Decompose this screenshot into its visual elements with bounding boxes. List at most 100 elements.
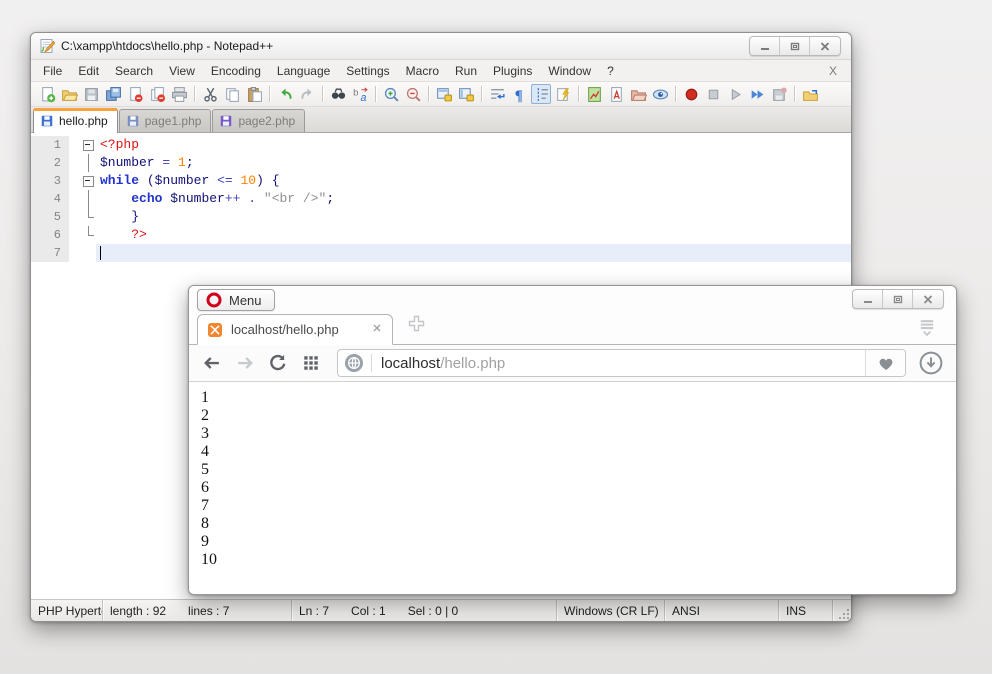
bookmark-margin[interactable] <box>69 226 82 244</box>
opera-titlebar[interactable]: Menu <box>189 286 956 313</box>
user-defined-dialog-icon[interactable] <box>553 84 573 104</box>
menu-item-search[interactable]: Search <box>107 61 161 81</box>
indent-guide-icon[interactable] <box>531 84 551 104</box>
reload-icon[interactable] <box>265 350 291 376</box>
site-globe-icon[interactable] <box>344 353 364 373</box>
save-icon[interactable] <box>81 84 101 104</box>
menu-item-file[interactable]: File <box>35 61 70 81</box>
menu-item-window[interactable]: Window <box>540 61 599 81</box>
save-all-icon[interactable] <box>103 84 123 104</box>
print-icon[interactable] <box>169 84 189 104</box>
opera-menu-button[interactable]: Menu <box>197 289 275 311</box>
menu-item-encoding[interactable]: Encoding <box>203 61 269 81</box>
macro-stop-icon[interactable] <box>703 84 723 104</box>
speed-dial-grid-icon[interactable] <box>298 350 324 376</box>
fold-margin-collapse-icon[interactable] <box>82 136 96 154</box>
copy-icon[interactable] <box>222 84 242 104</box>
cut-icon[interactable] <box>200 84 220 104</box>
code-line-7[interactable]: 7 <box>31 244 851 262</box>
menu-item-plugins[interactable]: Plugins <box>485 61 540 81</box>
bookmark-margin[interactable] <box>69 244 82 262</box>
bookmark-margin[interactable] <box>69 190 82 208</box>
code-text: echo $number++ . "<br />"; <box>96 190 851 208</box>
fold-margin-collapse-icon[interactable] <box>82 172 96 190</box>
output-line: 1 <box>201 389 956 407</box>
code-line-3[interactable]: 3while ($number <= 10) { <box>31 172 851 190</box>
tab-close-icon[interactable] <box>370 321 384 338</box>
macro-record-icon[interactable] <box>681 84 701 104</box>
code-line-2[interactable]: 2$number = 1; <box>31 154 851 172</box>
close-doc-icon[interactable] <box>125 84 145 104</box>
toolbar-separator <box>428 86 429 102</box>
replace-icon[interactable]: ba <box>350 84 370 104</box>
close-icon[interactable] <box>810 37 840 55</box>
status-section-2: Ln : 7Col : 1Sel : 0 | 0 <box>292 600 557 621</box>
doc-switcher-icon[interactable] <box>606 84 626 104</box>
document-map-icon[interactable] <box>584 84 604 104</box>
browser-page-content: 12345678910 <box>189 382 956 594</box>
monitoring-eye-icon[interactable] <box>650 84 670 104</box>
code-line-6[interactable]: 6 ?> <box>31 226 851 244</box>
code-line-5[interactable]: 5 } <box>31 208 851 226</box>
redo-icon[interactable] <box>297 84 317 104</box>
folder-as-workspace-icon[interactable] <box>628 84 648 104</box>
forward-icon[interactable] <box>232 350 258 376</box>
line-number: 3 <box>31 172 69 190</box>
zoom-in-icon[interactable] <box>381 84 401 104</box>
menu-item-language[interactable]: Language <box>269 61 338 81</box>
fold-margin <box>82 208 96 226</box>
sync-scroll-h-icon[interactable] <box>456 84 476 104</box>
bookmark-margin[interactable] <box>69 208 82 226</box>
macro-save-icon[interactable] <box>769 84 789 104</box>
bookmark-margin[interactable] <box>69 172 82 190</box>
macro-run-multiple-icon[interactable] <box>747 84 767 104</box>
code-line-1[interactable]: 1<?php <box>31 136 851 154</box>
word-wrap-icon[interactable] <box>487 84 507 104</box>
undo-icon[interactable] <box>275 84 295 104</box>
back-icon[interactable] <box>199 350 225 376</box>
editor-tab-page2-php[interactable]: page2.php <box>212 109 305 132</box>
editor-tab-hello-php[interactable]: hello.php <box>33 108 118 133</box>
window-title: C:\xampp\htdocs\hello.php - Notepad++ <box>61 39 273 53</box>
browser-tab[interactable]: localhost/hello.php <box>197 314 393 345</box>
find-icon[interactable] <box>328 84 348 104</box>
opera-logo-icon <box>206 292 222 308</box>
notepadpp-window-controls <box>749 36 841 56</box>
close-all-icon[interactable] <box>147 84 167 104</box>
restore-icon[interactable] <box>780 37 810 55</box>
tab-menu-icon[interactable] <box>916 315 938 342</box>
tab-label: hello.php <box>59 114 108 128</box>
new-tab-icon[interactable] <box>407 314 426 338</box>
bookmark-heart-icon[interactable] <box>865 350 905 376</box>
menu-item-help[interactable]: ? <box>599 61 622 81</box>
close-icon[interactable] <box>913 290 943 308</box>
notepadpp-titlebar[interactable]: C:\xampp\htdocs\hello.php - Notepad++ <box>31 33 851 60</box>
menu-item-settings[interactable]: Settings <box>338 61 397 81</box>
open-containing-folder-icon[interactable] <box>800 84 820 104</box>
output-line: 10 <box>201 551 956 569</box>
menu-item-view[interactable]: View <box>161 61 203 81</box>
zoom-out-icon[interactable] <box>403 84 423 104</box>
menu-item-edit[interactable]: Edit <box>70 61 107 81</box>
open-file-icon[interactable] <box>59 84 79 104</box>
show-all-chars-icon[interactable]: ¶ <box>509 84 529 104</box>
editor-tab-page1-php[interactable]: page1.php <box>119 109 212 132</box>
new-file-icon[interactable] <box>37 84 57 104</box>
minimize-icon[interactable] <box>853 290 883 308</box>
menubar-close-doc[interactable]: X <box>819 64 847 78</box>
toolbar-separator <box>481 86 482 102</box>
menu-item-macro[interactable]: Macro <box>398 61 447 81</box>
restore-icon[interactable] <box>883 290 913 308</box>
download-icon[interactable] <box>916 348 946 378</box>
minimize-icon[interactable] <box>750 37 780 55</box>
url-text[interactable]: localhost/hello.php <box>381 355 865 372</box>
code-line-4[interactable]: 4 echo $number++ . "<br />"; <box>31 190 851 208</box>
resize-grip[interactable] <box>837 607 851 621</box>
bookmark-margin[interactable] <box>69 154 82 172</box>
menu-item-run[interactable]: Run <box>447 61 485 81</box>
sync-scroll-v-icon[interactable] <box>434 84 454 104</box>
macro-play-icon[interactable] <box>725 84 745 104</box>
paste-icon[interactable] <box>244 84 264 104</box>
bookmark-margin[interactable] <box>69 136 82 154</box>
address-bar[interactable]: localhost/hello.php <box>337 349 906 377</box>
